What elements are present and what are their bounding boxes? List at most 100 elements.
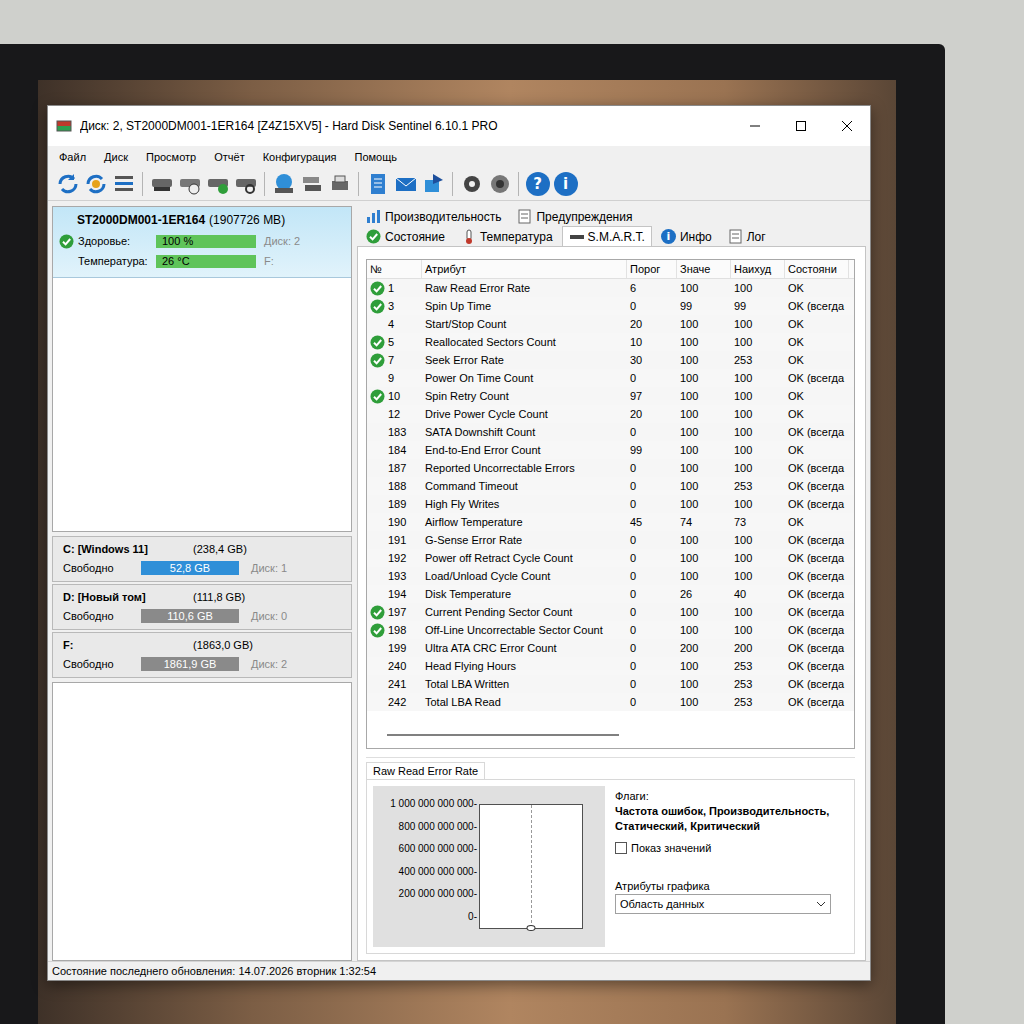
sound-button[interactable] [486, 170, 513, 197]
menu-item[interactable]: Помощь [346, 150, 407, 164]
cell-text: OK [788, 444, 804, 456]
close-button[interactable] [824, 106, 870, 146]
table-row[interactable]: 3Spin Up Time09999OK (всегда [367, 297, 854, 315]
table-row[interactable]: 4Start/Stop Count20100100OK [367, 315, 854, 333]
list-button[interactable] [110, 170, 137, 197]
maximize-button[interactable] [778, 106, 824, 146]
volume-size: (111,8 GB) [193, 591, 245, 603]
volume-item[interactable]: C: [Windows 11](238,4 GB)Свободно52,8 GB… [52, 536, 352, 582]
column-header[interactable]: Значе [677, 260, 731, 278]
table-row[interactable]: 10Spin Retry Count97100100OK [367, 387, 854, 405]
drive-button[interactable] [148, 170, 175, 197]
info-button[interactable]: i [552, 170, 579, 197]
tab-label: S.M.A.R.T. [588, 230, 645, 244]
scrollbar-thumb[interactable] [387, 734, 619, 736]
printer-button[interactable] [326, 170, 353, 197]
help-button[interactable]: ? [524, 170, 551, 197]
show-values-option[interactable]: Показ значений [615, 842, 848, 854]
cell-text: 0 [630, 624, 636, 636]
free-label: Свободно [63, 658, 135, 670]
tab[interactable]: Производительность [359, 206, 508, 226]
cell-text: 0 [630, 480, 636, 492]
table-cell: 253 [731, 675, 785, 693]
cell-text: OK (всегда [788, 642, 844, 654]
table-row[interactable]: 184End-to-End Error Count99100100OK [367, 441, 854, 459]
table-row[interactable]: 241Total LBA Written0100253OK (всегда [367, 675, 854, 693]
table-row[interactable]: 190Airflow Temperature457473OK [367, 513, 854, 531]
menu-item[interactable]: Конфигурация [254, 150, 346, 164]
table-cell: 26 [677, 585, 731, 603]
cell-text: 3 [388, 300, 394, 312]
cell-text: High Fly Writes [425, 498, 499, 510]
table-row[interactable]: 198Off-Line Uncorrectable Sector Count01… [367, 621, 854, 639]
table-row[interactable]: 7Seek Error Rate30100253OK [367, 351, 854, 369]
table-row[interactable]: 187Reported Uncorrectable Errors0100100O… [367, 459, 854, 477]
network-drive-button[interactable] [270, 170, 297, 197]
table-row[interactable]: 12Drive Power Cycle Count20100100OK [367, 405, 854, 423]
drives-button[interactable] [298, 170, 325, 197]
report-button[interactable] [364, 170, 391, 197]
refresh-button[interactable] [54, 170, 81, 197]
table-row[interactable]: 191G-Sense Error Rate0100100OK (всегда [367, 531, 854, 549]
tab[interactable]: Температура [454, 226, 560, 246]
cell-text: 100 [680, 282, 698, 294]
menu-item[interactable]: Файл [50, 150, 95, 164]
tab[interactable]: Предупреждения [510, 206, 639, 226]
table-row[interactable]: 242Total LBA Read0100253OK (всегда [367, 693, 854, 711]
cell-text: Command Timeout [425, 480, 518, 492]
volume-item[interactable]: F:(1863,0 GB)Свободно1861,9 GBДиск: 2 [52, 632, 352, 678]
column-label: Порог [630, 263, 660, 275]
table-cell: G-Sense Error Rate [422, 531, 627, 549]
status-check [370, 317, 385, 332]
column-header[interactable]: Наихуд [731, 260, 785, 278]
minimize-button[interactable] [732, 106, 778, 146]
table-cell: Disk Temperature [422, 585, 627, 603]
table-row[interactable]: 194Disk Temperature02640OK (всегда [367, 585, 854, 603]
cell-text: 100 [680, 444, 698, 456]
horizontal-scrollbar[interactable] [377, 730, 844, 742]
table-row[interactable]: 183SATA Downshift Count0100100OK (всегда [367, 423, 854, 441]
drive-clock-button[interactable] [176, 170, 203, 197]
tab[interactable]: S.M.A.R.T. [562, 226, 652, 246]
table-row[interactable]: 193Load/Unload Cycle Count0100100OK (все… [367, 567, 854, 585]
table-row[interactable]: 197Current Pending Sector Count0100100OK… [367, 603, 854, 621]
cell-text: 188 [388, 480, 406, 492]
tab[interactable]: iИнфо [654, 226, 719, 246]
send-button[interactable] [420, 170, 447, 197]
cell-text: 253 [734, 678, 752, 690]
disk-card[interactable]: ST2000DM001-1ER164(1907726 MB)Здоровье:1… [53, 207, 351, 278]
column-header[interactable]: Атрибут [422, 260, 627, 278]
table-cell: 3 [367, 297, 422, 315]
table-row[interactable]: 240Head Flying Hours0100253OK (всегда [367, 657, 854, 675]
table-row[interactable]: 199Ultra ATA CRC Error Count0200200OK (в… [367, 639, 854, 657]
refresh-warning-button[interactable] [82, 170, 109, 197]
drive-ok-button[interactable] [204, 170, 231, 197]
table-row[interactable]: 1Raw Read Error Rate6100100OK [367, 279, 854, 297]
column-header[interactable]: Порог [627, 260, 677, 278]
table-row[interactable]: 189High Fly Writes0100100OK (всегда [367, 495, 854, 513]
table-row[interactable]: 9Power On Time Count0100100OK (всегда [367, 369, 854, 387]
chart-tab[interactable]: Raw Read Error Rate [366, 762, 485, 779]
menu-item[interactable]: Отчёт [205, 150, 253, 164]
table-row[interactable]: 5Reallocated Sectors Count10100100OK [367, 333, 854, 351]
volume-item[interactable]: D: [Новый том](111,8 GB)Свободно110,6 GB… [52, 584, 352, 630]
menu-item[interactable]: Диск [95, 150, 137, 164]
table-cell: 20 [627, 405, 677, 423]
gear-button[interactable] [458, 170, 485, 197]
mail-button[interactable] [392, 170, 419, 197]
column-header[interactable]: Состояни [785, 260, 849, 278]
show-values-checkbox[interactable] [615, 842, 627, 854]
drive-search-button[interactable] [232, 170, 259, 197]
tab-label: Инфо [680, 230, 712, 244]
column-header[interactable]: № [367, 260, 422, 278]
cell-text: Total LBA Written [425, 678, 509, 690]
tab[interactable]: Состояние [359, 226, 452, 246]
cell-text: 100 [734, 624, 752, 636]
table-cell: 183 [367, 423, 422, 441]
table-row[interactable]: 192Power off Retract Cycle Count0100100O… [367, 549, 854, 567]
graph-attributes-dropdown[interactable]: Область данных [615, 894, 831, 914]
tab[interactable]: Лог [721, 226, 773, 246]
table-row[interactable]: 188Command Timeout0100253OK (всегда [367, 477, 854, 495]
menu-item[interactable]: Просмотр [137, 150, 205, 164]
disk-list: ST2000DM001-1ER164(1907726 MB)Здоровье:1… [52, 206, 352, 532]
